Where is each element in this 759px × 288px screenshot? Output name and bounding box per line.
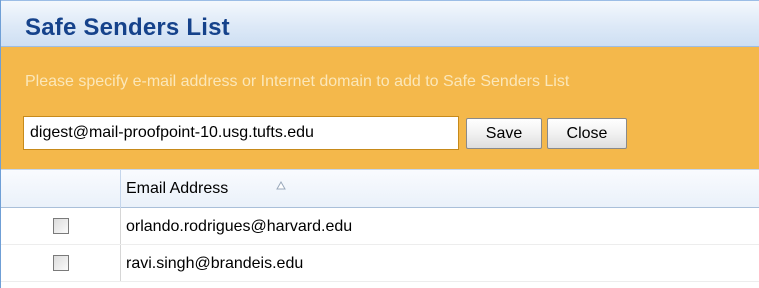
row-checkbox[interactable] (53, 218, 69, 234)
row-email: ravi.singh@brandeis.edu (126, 255, 304, 272)
row-checkbox-cell (1, 245, 121, 281)
row-email: orlando.rodrigues@harvard.edu (126, 218, 353, 235)
add-sender-form: Please specify e-mail address or Interne… (1, 47, 759, 169)
header-checkbox-column (1, 170, 121, 208)
panel-title: Safe Senders List (25, 14, 230, 41)
table-row: orlando.rodrigues@harvard.edu (1, 208, 759, 245)
row-checkbox-cell (1, 208, 121, 244)
safe-senders-panel: Safe Senders List Please specify e-mail … (0, 0, 759, 288)
email-address-column-header[interactable]: Email Address (126, 180, 228, 198)
instructions-text: Please specify e-mail address or Interne… (25, 73, 570, 90)
save-button[interactable]: Save (466, 118, 542, 149)
row-checkbox[interactable] (53, 255, 69, 271)
email-address-input[interactable] (23, 116, 459, 150)
panel-titlebar: Safe Senders List (1, 0, 759, 47)
close-button[interactable]: Close (547, 118, 627, 149)
table-row: ravi.singh@brandeis.edu (1, 245, 759, 282)
sort-ascending-icon[interactable] (276, 181, 286, 191)
table-header: Email Address (1, 169, 759, 208)
